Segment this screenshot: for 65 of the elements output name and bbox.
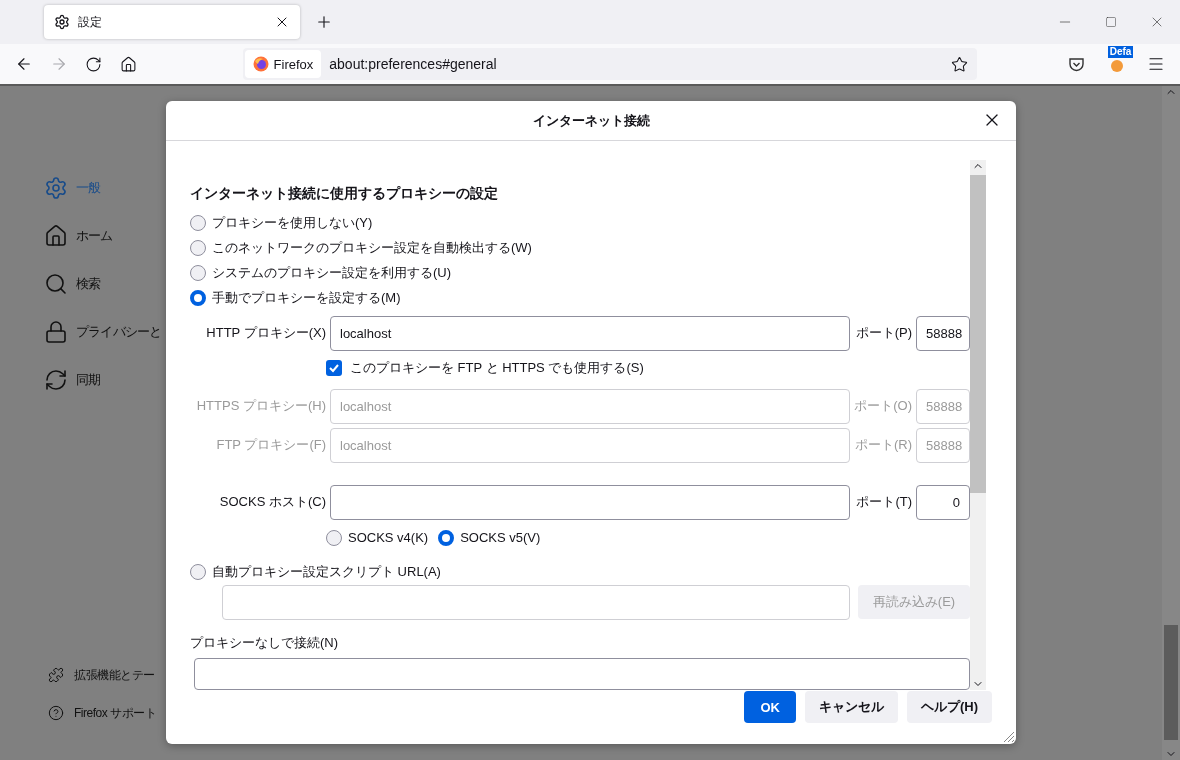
field-label: FTP プロキシー(F) [215, 436, 326, 455]
resize-grip-icon[interactable] [1001, 729, 1015, 743]
port-label: ポート(R) [854, 436, 912, 455]
home-icon[interactable] [120, 55, 138, 73]
bookmark-star-icon[interactable] [950, 55, 968, 73]
sidebar-link[interactable]: 拡張機能とテー [44, 658, 166, 692]
no-proxy-field[interactable] [194, 657, 970, 690]
lock-icon [44, 320, 68, 344]
reload-icon[interactable] [85, 55, 103, 73]
tab-title: 設定 [78, 13, 103, 31]
field-label: プロキシーなしで接続(N) [190, 633, 340, 652]
sidebar-item[interactable]: 同期 [44, 356, 166, 404]
port-label: ポート(O) [854, 397, 912, 416]
radio-button[interactable] [190, 215, 206, 232]
dialog-scrollbar[interactable] [970, 160, 986, 690]
field-label: SOCKS ホスト(C) [218, 493, 326, 512]
scrollbar-thumb[interactable] [970, 175, 986, 493]
scrollbar-thumb[interactable] [1164, 625, 1178, 740]
port-label: ポート(P) [854, 324, 912, 343]
sidebar-item[interactable]: 検索 [44, 260, 166, 308]
extension-badge: Defa [1107, 46, 1134, 58]
maximize-icon[interactable] [1105, 16, 1117, 28]
radio-button[interactable] [438, 529, 455, 546]
dialog-button[interactable]: キャンセル [804, 691, 898, 723]
radio-button[interactable] [190, 564, 206, 581]
home-icon [44, 224, 68, 248]
sidebar-link[interactable]: Firefox サポート [44, 696, 166, 730]
url-text[interactable]: about:preferences#general [329, 56, 943, 72]
sidebar-item[interactable]: ホーム [44, 212, 166, 260]
option-label: このネットワークのプロキシー設定を自動検出する(W) [212, 239, 532, 258]
radio-button[interactable] [190, 240, 206, 257]
browser-logo-icon [252, 56, 269, 72]
gear-icon [54, 14, 70, 30]
menu-icon[interactable] [1147, 55, 1166, 73]
browser-tab[interactable]: 設定 [44, 5, 300, 39]
proxy-host-field[interactable]: localhost [330, 315, 851, 351]
radio-button[interactable] [326, 529, 342, 546]
dialog-title: インターネット接続 [532, 111, 650, 130]
option-label: このプロキシーを FTP と HTTPS でも使用する(S) [350, 358, 644, 377]
option-label: SOCKS v4(K) [348, 530, 429, 546]
pocket-icon[interactable] [1067, 55, 1085, 73]
field-label: HTTPS プロキシー(H) [195, 397, 326, 416]
dialog-button[interactable]: ヘルプ(H) [906, 691, 992, 723]
new-tab-icon[interactable] [315, 13, 333, 31]
help-icon [48, 705, 64, 721]
field-label: HTTP プロキシー(X) [205, 324, 326, 343]
option-label: プロキシーを使用しない(Y) [212, 214, 373, 233]
option-label: SOCKS v5(V) [460, 530, 541, 546]
radio-button[interactable] [190, 264, 206, 281]
proxy-host-field[interactable] [330, 484, 851, 520]
port-label: ポート(T) [855, 493, 912, 512]
script-url-field[interactable] [222, 584, 850, 620]
sidebar-item[interactable]: プライバシーと [44, 308, 166, 356]
search-icon [44, 272, 68, 296]
option-label: 自動プロキシー設定スクリプト URL(A) [212, 563, 441, 582]
page-scrollbar[interactable] [1162, 86, 1180, 760]
option-label: 手動でプロキシーを設定する(M) [212, 288, 401, 307]
radio-button[interactable] [190, 289, 206, 306]
section-heading: インターネット接続に使用するプロキシーの設定 [190, 185, 499, 203]
option-label: システムのプロキシー設定を利用する(U) [212, 263, 452, 282]
ok-button[interactable]: OK [744, 691, 796, 723]
puzzle-icon [48, 667, 64, 683]
checkbox[interactable] [326, 359, 342, 376]
sync-icon [44, 368, 68, 392]
gear-icon [44, 176, 68, 200]
